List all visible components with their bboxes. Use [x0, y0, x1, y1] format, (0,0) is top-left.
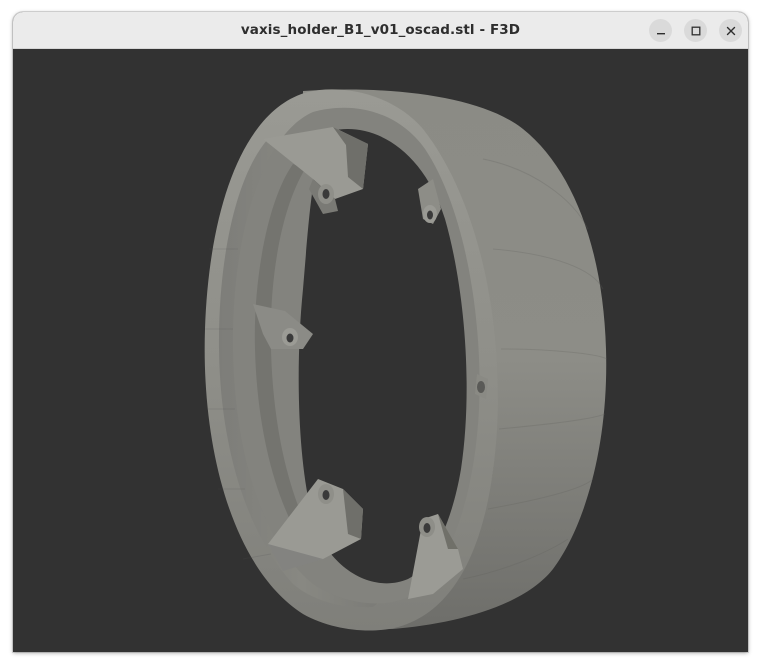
close-button[interactable] [719, 19, 742, 42]
3d-viewport[interactable] [13, 49, 748, 652]
app-window: vaxis_holder_B1_v01_oscad.stl - F3D [13, 12, 748, 652]
minimize-icon [656, 32, 665, 34]
close-icon [726, 26, 735, 35]
stl-model-render [204, 89, 608, 631]
title-bar[interactable]: vaxis_holder_B1_v01_oscad.stl - F3D [13, 12, 748, 49]
window-title: vaxis_holder_B1_v01_oscad.stl - F3D [240, 22, 521, 38]
minimize-button[interactable] [649, 19, 672, 42]
maximize-icon [691, 26, 700, 35]
maximize-button[interactable] [684, 19, 707, 42]
